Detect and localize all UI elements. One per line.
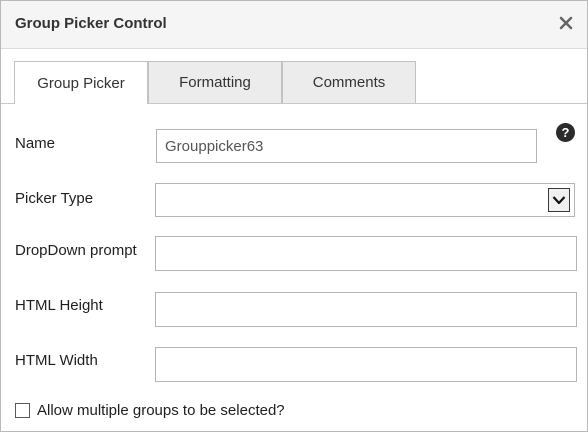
allow-multiple-checkbox[interactable] — [15, 403, 30, 418]
tab-bar: Group Picker Formatting Comments — [1, 49, 587, 104]
close-icon[interactable] — [555, 12, 577, 34]
dropdown-prompt-label: DropDown prompt — [15, 242, 137, 259]
html-height-label: HTML Height — [15, 297, 103, 314]
name-input[interactable] — [156, 129, 537, 163]
html-height-input[interactable] — [155, 292, 577, 327]
dialog-title: Group Picker Control — [15, 15, 167, 32]
dialog-titlebar: Group Picker Control — [1, 1, 587, 49]
html-width-label: HTML Width — [15, 352, 98, 369]
tab-formatting[interactable]: Formatting — [148, 61, 282, 103]
group-picker-dialog: Group Picker Control Group Picker Format… — [0, 0, 588, 432]
html-width-input[interactable] — [155, 347, 577, 382]
allow-multiple-label[interactable]: Allow multiple groups to be selected? — [37, 402, 285, 419]
name-label: Name — [15, 135, 56, 152]
tab-comments[interactable]: Comments — [282, 61, 416, 103]
tab-label: Formatting — [179, 74, 251, 91]
picker-type-label: Picker Type — [15, 190, 94, 207]
dropdown-prompt-input[interactable] — [155, 236, 577, 271]
question-circle-icon[interactable]: ? — [556, 123, 575, 142]
tab-label: Comments — [312, 74, 386, 91]
picker-type-select[interactable] — [155, 183, 575, 217]
tab-group-picker[interactable]: Group Picker — [14, 61, 148, 104]
chevron-down-icon[interactable] — [548, 188, 570, 212]
tab-label: Group Picker — [37, 74, 125, 92]
